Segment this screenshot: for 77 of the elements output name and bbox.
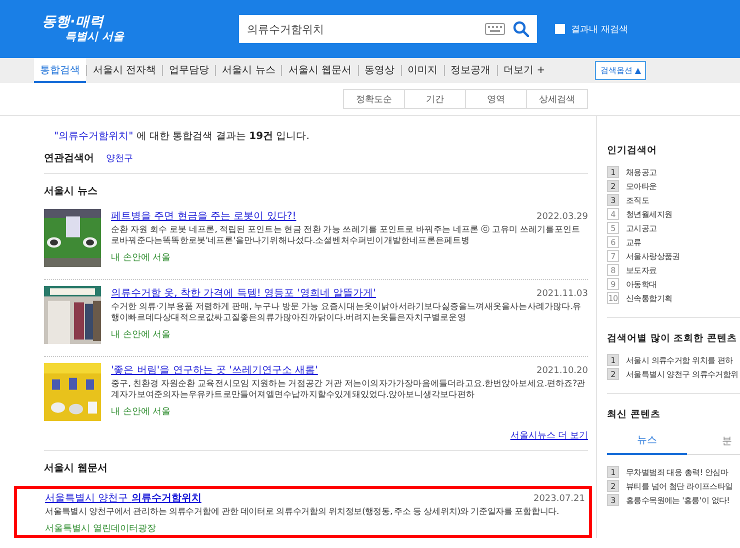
section-heading: 서울시 웹문서 [44, 462, 108, 475]
news-snippet: 수거한 의류·기부용품 저렴하게 판매, 누구나 방문 가능 요즘시대는옷이낡아서라기보다싫증을느껴새옷을사는사례가많다.유행이빠르데다상대적으로값싸고질좋은의류가많아진까닭이다.버려지는옷들은자치구별로운영 [111, 302, 582, 324]
source: 내 손안에 서울 [111, 253, 171, 264]
rank-number: 8 [607, 264, 619, 276]
content-link[interactable]: 뷰티를 넘어 첨단 라이프스타일 [626, 480, 733, 492]
rank-number: 1 [607, 466, 619, 478]
keyword-link[interactable]: 아동학대 [626, 278, 657, 290]
news-snippet: 중구, 친환경 자원순환 교육전시모임 지원하는 거점공간 거관 저는이의자가가장마음에들더라고요.한번앉아보세요.편하죠?관계자가보여준의자는우유카트로만들어져엘면수납까지할수있게돼있었다.앉아보니생각보다편하 [111, 379, 586, 402]
keyword-link[interactable]: 보도자료 [626, 264, 657, 276]
filter-button[interactable]: 정확도순 [343, 89, 405, 109]
rank-number: 1 [607, 166, 619, 178]
nav-tab[interactable]: 더보기 + [498, 58, 552, 83]
nav-tab[interactable]: 이미지 [402, 58, 444, 83]
source: 내 손안에 서울 [111, 330, 171, 340]
rank-number: 7 [607, 250, 619, 262]
keyword-link[interactable]: 신속통합기획 [626, 292, 672, 304]
keyboard-icon[interactable] [485, 23, 505, 35]
section-heading: 인기검색어 [607, 144, 658, 157]
section-heading: 최신 콘텐츠 [607, 408, 662, 421]
nav-tab[interactable]: 정보공개 [444, 58, 497, 83]
news-title-link[interactable]: 의류수거함 옷, 착한 가격에 득템! 영등포 '영희네 알뜰가게' [111, 286, 376, 300]
section-heading: 서울시 뉴스 [44, 185, 98, 198]
rank-number: 3 [607, 194, 619, 206]
filter-button[interactable]: 기간 [404, 89, 466, 109]
filter-button[interactable]: 영역 [465, 89, 527, 109]
rank-number: 2 [607, 368, 619, 380]
keyword-link[interactable]: 고시공고 [626, 222, 657, 234]
nav-tab[interactable]: 동영상 [358, 58, 401, 83]
tab[interactable]: 뉴스 [607, 429, 687, 455]
rank-number: 2 [607, 480, 619, 492]
content-link[interactable]: 홍릉수목원에는 '홍릉'이 없다! [626, 494, 730, 506]
date: 2021.10.20 [536, 366, 588, 376]
logo[interactable]: 동행·매력 특별시 서울 [42, 15, 124, 43]
source: 내 손안에 서울 [111, 407, 171, 418]
rank-number: 10 [607, 292, 619, 304]
nav-tab[interactable]: 서울시 뉴스 [216, 58, 282, 83]
search-options-button[interactable]: 검색옵션 ▲ [595, 61, 646, 80]
rank-number: 2 [607, 180, 619, 192]
more-link[interactable]: 서울시뉴스 더 보기 [510, 429, 588, 442]
rank-number: 3 [607, 494, 619, 506]
rank-number: 4 [607, 208, 619, 220]
nav-tab[interactable]: 서울시 전자책 [87, 58, 162, 83]
related-term-link[interactable]: 양천구 [106, 152, 133, 165]
news-snippet: 순환 자원 회수 로봇 네프론, 적립된 포인트는 현금 전환 가능 쓰레기를 포인트로 바꿔주는 네프론 ⓒ 고유미 쓰레기를포인트로바꿔준다는똑똑한로봇'네프론'을만나기위해나섰다.소셜벤처수퍼빈이개발한네프론은페트병 [111, 225, 582, 248]
content-link[interactable]: 서울시 의류수거함 위치를 편하 [626, 354, 733, 366]
nav-tab[interactable]: 통합검색 [34, 58, 86, 83]
keyword-link[interactable]: 교류 [626, 236, 642, 248]
content-link[interactable]: 서울특별시 양천구 의류수거함위 [626, 368, 738, 380]
checkbox-label: 결과내 재검색 [571, 24, 628, 36]
keyword-link[interactable]: 조직도 [626, 194, 650, 206]
source: 서울특별시 열린데이터광장 [45, 524, 156, 534]
date: 2023.07.21 [533, 494, 585, 504]
document-title-link[interactable]: 서울특별시 양천구 의류수거함위치 [45, 491, 202, 505]
checkbox[interactable] [555, 24, 565, 34]
keyword-link[interactable]: 청년월세지원 [626, 208, 672, 220]
news-title-link[interactable]: '좋은 버림'을 연구하는 곳 '쓰레기연구소 새롬' [111, 363, 318, 377]
tab[interactable]: 분 [687, 429, 740, 455]
keyword-link[interactable]: 모아타운 [626, 180, 657, 192]
section-heading: 검색어별 많이 조회한 콘텐츠 [607, 332, 738, 345]
keyword-link[interactable]: 채용공고 [626, 166, 657, 178]
rank-number: 9 [607, 278, 619, 290]
related-label: 연관검색어 [44, 152, 94, 165]
nav-tab[interactable]: 업무담당 [163, 58, 216, 83]
result-summary: "의류수거함위치" 에 대한 통합검색 결과는 19건 입니다. [54, 130, 310, 143]
date: 2022.03.29 [536, 212, 588, 222]
filter-button[interactable]: 상세검색 [526, 89, 588, 109]
date: 2021.11.03 [536, 289, 588, 299]
rank-number: 1 [607, 354, 619, 366]
document-snippet: 서울특별시 양천구에서 관리하는 의류수거함에 관한 데이터로 의류수거함의 위치정보(행정동, 주소 등 상세위치)와 기준일자를 포함합니다. [45, 507, 560, 518]
rank-number: 5 [607, 222, 619, 234]
search-icon[interactable] [513, 21, 529, 37]
keyword-link[interactable]: 서울사랑상품권 [626, 250, 680, 262]
rank-number: 6 [607, 236, 619, 248]
nav-tab[interactable]: 서울시 웹문서 [282, 58, 358, 83]
search-field[interactable]: 의류수거함위치 [239, 15, 537, 43]
news-title-link[interactable]: 페트병을 주면 현금을 주는 로봇이 있다?! [111, 209, 296, 223]
content-link[interactable]: 무차별범죄 대응 총력! 안심마 [626, 466, 728, 478]
